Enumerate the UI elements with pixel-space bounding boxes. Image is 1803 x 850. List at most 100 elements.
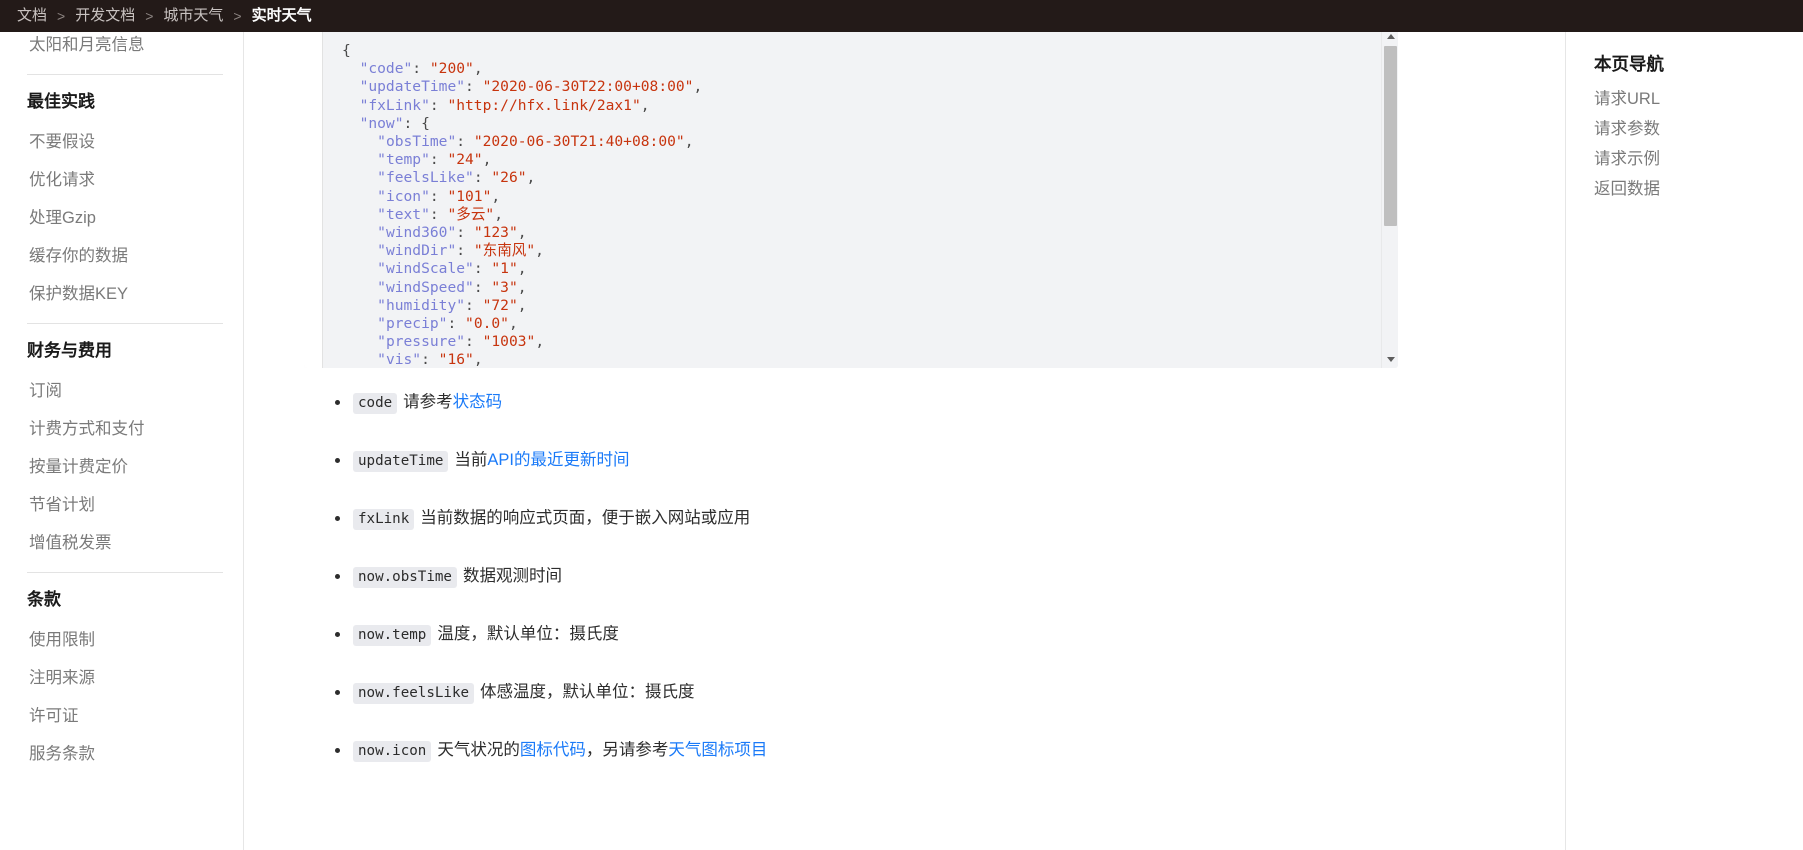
breadcrumb-item-1[interactable]: 开发文档 (66, 0, 144, 32)
code-token-str: "101" (447, 187, 492, 205)
code-line-1: "code": "200", (342, 60, 483, 77)
sidebar-divider (27, 74, 223, 75)
code-token-str: "24" (447, 151, 483, 169)
json-response-code-block[interactable]: { "code": "200", "updateTime": "2020-06-… (304, 28, 1398, 368)
toc-item-0[interactable]: 请求URL (1594, 84, 1803, 114)
sidebar-item-1-2[interactable]: 按量计费定价 (27, 448, 219, 486)
field-description: 数据观测时间 (462, 567, 562, 585)
code-line-2: "updateTime": "2020-06-30T22:00+08:00", (342, 78, 703, 96)
sidebar-item-0-3[interactable]: 缓存你的数据 (27, 237, 219, 275)
code-line-11: "windDir": "东南风", (342, 242, 544, 259)
code-token-key: "windDir" (377, 242, 457, 260)
code-token-punc: , (473, 351, 483, 368)
code-token-key: "fxLink" (359, 96, 430, 114)
code-token-str: "200" (429, 60, 474, 78)
code-token-punc: , (640, 96, 650, 114)
sidebar-item-1-4[interactable]: 增值税发票 (27, 524, 219, 562)
doc-link[interactable]: 状态码 (453, 393, 503, 411)
code-line-16: "pressure": "1003", (342, 333, 544, 350)
field-description: 体感温度，默认单位：摄氏度 (480, 683, 695, 701)
toc-item-3[interactable]: 返回数据 (1594, 174, 1803, 204)
code-line-8: "icon": "101", (342, 188, 500, 205)
code-token-str: "2020-06-30T21:40+08:00" (473, 133, 685, 151)
sidebar-divider (27, 572, 223, 573)
code-token-punc: : { (403, 114, 430, 132)
sidebar-group-title-2: 条款 (27, 590, 61, 609)
code-token-punc: : (456, 133, 474, 151)
main-content: { "code": "200", "updateTime": "2020-06-… (245, 0, 1565, 850)
code-token-key: "now" (359, 114, 404, 132)
sidebar-item-0-4[interactable]: 保护数据KEY (27, 275, 219, 313)
code-token-key: "windSpeed" (377, 278, 474, 296)
sidebar-item-2-3[interactable]: 服务条款 (27, 735, 219, 773)
toc-item-1[interactable]: 请求参数 (1594, 114, 1803, 144)
sidebar-inner: 太阳和月亮信息 最佳实践 不要假设 优化请求 处理Gzip 缓存你的数据 保护数据KEY 财… (0, 0, 243, 773)
code-token-punc: , (517, 278, 527, 296)
scroll-down-arrow-icon[interactable] (1382, 351, 1398, 368)
sidebar-item-0-1[interactable]: 优化请求 (27, 161, 219, 199)
field-name-code: now.obsTime (353, 567, 457, 588)
code-line-14: "humidity": "72", (342, 296, 526, 314)
code-token-key: "temp" (377, 151, 430, 169)
field-description: 当前数据的响应式页面，便于嵌入网站或应用 (420, 509, 751, 527)
code-token-punc: : (456, 224, 474, 242)
field-list-item-3: now.obsTime 数据观测时间 (304, 564, 1414, 590)
scrollbar-thumb[interactable] (1384, 46, 1397, 226)
sidebar-item-2-2[interactable]: 许可证 (27, 697, 219, 735)
code-token-key: "pressure" (377, 333, 466, 351)
code-token-str: "16" (438, 351, 474, 368)
code-token-punc: , (684, 133, 694, 151)
code-token-key: "text" (377, 205, 430, 223)
sidebar-item-2-0[interactable]: 使用限制 (27, 621, 219, 659)
toc-item-2[interactable]: 请求示例 (1594, 144, 1803, 174)
code-gutter (304, 28, 323, 368)
sidebar-item-1-0[interactable]: 订阅 (27, 372, 219, 410)
code-line-9: "text": "多云", (342, 206, 503, 223)
sidebar-divider (27, 323, 223, 324)
field-name-code: updateTime (353, 451, 449, 472)
page-shell: 太阳和月亮信息 最佳实践 不要假设 优化请求 处理Gzip 缓存你的数据 保护数据KEY 财… (0, 0, 1803, 850)
doc-link[interactable]: API的最近更新时间 (487, 451, 629, 469)
code-line-3: "fxLink": "http://hfx.link/2ax1", (342, 97, 650, 114)
code-token-punc: , (517, 224, 527, 242)
code-line-13: "windSpeed": "3", (342, 278, 527, 296)
sidebar-navigation[interactable]: 太阳和月亮信息 最佳实践 不要假设 优化请求 处理Gzip 缓存你的数据 保护数据KEY 财… (0, 0, 244, 850)
sidebar-item-1-3[interactable]: 节省计划 (27, 486, 219, 524)
sidebar-group-title-0: 最佳实践 (27, 92, 95, 111)
code-token-punc: : (473, 278, 492, 296)
code-token-key: "updateTime" (359, 78, 466, 96)
doc-link[interactable]: 天气图标项目 (668, 741, 767, 759)
sidebar-item-0-0[interactable]: 不要假设 (27, 123, 219, 161)
breadcrumb-separator-icon: > (233, 8, 242, 24)
code-token-key: "icon" (377, 187, 430, 205)
sidebar-item-0-2[interactable]: 处理Gzip (27, 199, 219, 237)
breadcrumb-item-2[interactable]: 城市天气 (154, 0, 232, 32)
toc-title: 本页导航 (1594, 54, 1664, 74)
toc-items: 请求URL 请求参数 请求示例 返回数据 (1594, 84, 1803, 204)
field-list-item-2: fxLink 当前数据的响应式页面，便于嵌入网站或应用 (304, 506, 1414, 532)
code-token-key: "feelsLike" (377, 169, 474, 187)
code-token-punc: , (517, 260, 527, 278)
code-token-punc: : (473, 169, 492, 187)
sidebar-item-2-1[interactable]: 注明来源 (27, 659, 219, 697)
code-block-scrollbar[interactable] (1381, 28, 1398, 368)
breadcrumb-separator-icon: > (145, 8, 154, 24)
breadcrumb-separator-icon: > (57, 8, 66, 24)
sidebar-groups: 最佳实践不要假设 优化请求 处理Gzip 缓存你的数据 保护数据KEY 财务与费用订阅 计费… (27, 74, 223, 773)
main-inner: { "code": "200", "updateTime": "2020-06-… (304, 0, 1414, 764)
code-token-punc: : (465, 296, 483, 314)
code-token-str: "3" (491, 278, 518, 296)
code-token-key: "obsTime" (377, 133, 457, 151)
code-token-punc: : (456, 242, 474, 260)
field-list-item-6: now.icon 天气状况的图标代码，另请参考天气图标项目 (304, 738, 1414, 764)
code-token-str: "0.0" (465, 315, 509, 333)
breadcrumb-item-3[interactable]: 实时天气 (243, 0, 321, 32)
code-token-str: "2020-06-30T22:00+08:00" (482, 78, 694, 96)
sidebar-group-title-1: 财务与费用 (27, 341, 112, 360)
doc-link[interactable]: 图标代码 (520, 741, 586, 759)
code-token-key: "wind360" (377, 224, 457, 242)
code-token-punc: , (494, 205, 504, 223)
breadcrumb-item-0[interactable]: 文档 (8, 0, 56, 32)
page-table-of-contents: 本页导航 请求URL 请求参数 请求示例 返回数据 (1565, 0, 1803, 850)
sidebar-item-1-1[interactable]: 计费方式和支付 (27, 410, 219, 448)
